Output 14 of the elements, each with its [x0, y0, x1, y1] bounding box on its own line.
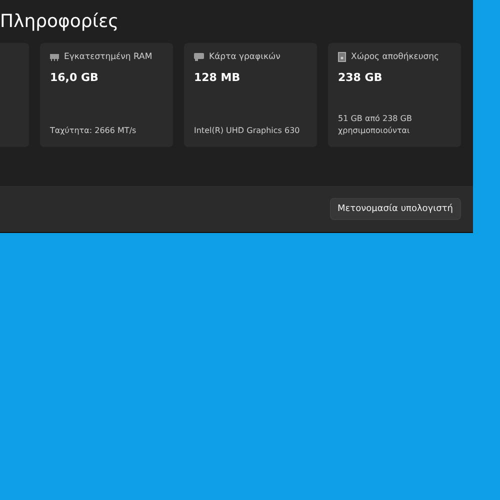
card-label: Κάρτα γραφικών	[209, 52, 280, 62]
card-detail: 51 GB από 238 GB χρησιμοποιούνται	[338, 113, 413, 137]
rename-button[interactable]: Μετονομασία υπολογιστή	[330, 198, 461, 220]
card-label: Εγκατεστημένη RAM	[64, 52, 152, 62]
card-value: 238 GB	[338, 71, 384, 84]
card-detail: Intel(R) UHD Graphics 630	[194, 125, 301, 137]
card-detail: Ταχύτητα: 2666 MT/s	[50, 125, 138, 137]
drive-icon	[338, 52, 346, 62]
card-value: 16,0 GB	[50, 71, 100, 84]
memory-icon	[50, 54, 59, 60]
card-label: Χώρος αποθήκευσης	[351, 52, 440, 62]
page-title: Πληροφορίες	[0, 10, 120, 34]
card-value: 128 MB	[194, 71, 242, 84]
graphics-card-icon	[194, 53, 204, 61]
